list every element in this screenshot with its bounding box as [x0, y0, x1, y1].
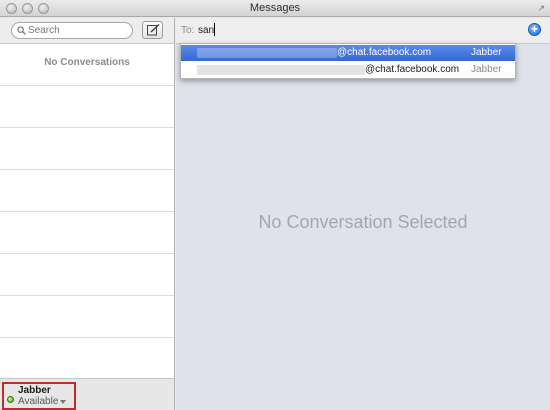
suggestion-service: Jabber — [471, 47, 502, 58]
suggestion-service: Jabber — [471, 64, 502, 75]
status-available-icon — [7, 396, 14, 403]
new-message-button[interactable] — [142, 21, 163, 39]
text-cursor — [214, 23, 215, 36]
account-status-bar: Jabber Available — [0, 378, 174, 410]
list-divider — [0, 85, 174, 86]
conversations-sidebar: No Conversations Jabber Available — [0, 18, 175, 410]
redacted-name — [197, 65, 365, 75]
list-divider — [0, 169, 174, 170]
no-conversation-selected-label: No Conversation Selected — [258, 212, 468, 232]
recipient-input[interactable] — [198, 23, 398, 37]
suggestion-item[interactable]: @chat.facebook.com Jabber — [181, 62, 515, 78]
search-field[interactable] — [11, 22, 133, 39]
no-conversations-label: No Conversations — [44, 57, 130, 68]
suggestion-item[interactable]: @chat.facebook.com Jabber — [181, 45, 515, 61]
window-title: Messages — [249, 2, 301, 14]
suggestion-email: @chat.facebook.com — [337, 47, 432, 58]
compose-icon — [147, 24, 160, 36]
search-input[interactable] — [28, 24, 128, 37]
list-divider — [0, 253, 174, 254]
recipient-bar: To: + — [176, 18, 550, 44]
redacted-name — [197, 48, 337, 58]
fullscreen-icon[interactable]: ↗ — [537, 4, 545, 13]
title-bar: Messages ↗ — [0, 0, 550, 17]
chevron-down-icon[interactable] — [60, 400, 66, 404]
sidebar-toolbar — [0, 18, 174, 44]
search-icon — [17, 26, 26, 35]
to-label: To: — [181, 25, 195, 36]
list-divider — [0, 295, 174, 296]
messages-window: Messages ↗ No Conversations — [0, 0, 550, 410]
account-status: Available — [18, 396, 59, 407]
account-status-selector[interactable]: Jabber Available — [2, 382, 76, 410]
add-recipient-icon[interactable]: + — [528, 23, 541, 36]
list-divider — [0, 337, 174, 338]
suggestion-email: @chat.facebook.com — [365, 64, 460, 75]
account-name: Jabber — [18, 385, 51, 396]
recipient-suggestions: @chat.facebook.com Jabber @chat.facebook… — [180, 43, 516, 79]
list-divider — [0, 211, 174, 212]
list-divider — [0, 127, 174, 128]
